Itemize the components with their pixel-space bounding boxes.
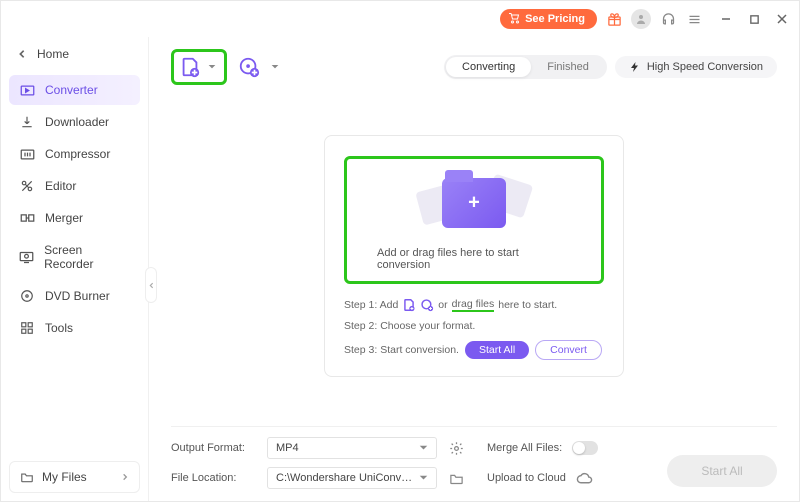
folder-illustration: + [419,173,529,233]
file-location-select[interactable]: C:\Wondershare UniConverter 1 [267,467,437,489]
step-2: Step 2: Choose your format. [344,320,604,332]
download-icon [19,115,35,129]
collapse-sidebar-button[interactable] [145,267,157,303]
output-format-value: MP4 [276,442,299,454]
minimize-button[interactable] [719,12,733,26]
chevron-down-icon[interactable] [208,63,216,71]
my-files-button[interactable]: My Files [9,461,140,493]
high-speed-button[interactable]: High Speed Conversion [615,56,777,78]
add-file-icon [179,56,201,78]
output-format-select[interactable]: MP4 [267,437,437,459]
add-file-icon [402,298,416,312]
drop-card: + Add or drag files here to start conver… [324,135,624,377]
tab-finished[interactable]: Finished [531,57,605,77]
tab-converting[interactable]: Converting [446,57,531,77]
sidebar-label: DVD Burner [45,289,110,303]
convert-pill[interactable]: Convert [535,340,602,360]
folder-icon [20,471,34,483]
open-folder-icon[interactable] [447,469,465,487]
bolt-icon [629,61,641,73]
sidebar-label: Downloader [45,115,109,129]
add-disc-icon [238,56,260,78]
file-location-value: C:\Wondershare UniConverter 1 [276,472,416,484]
chevron-left-icon [17,49,27,59]
sidebar-label: Tools [45,321,73,335]
converter-icon [19,83,35,97]
sidebar-item-screen-recorder[interactable]: Screen Recorder [9,235,140,279]
gift-icon[interactable] [605,10,623,28]
chevron-down-icon [419,475,428,481]
sidebar-label: Merger [45,211,83,225]
merge-toggle[interactable] [572,441,598,455]
start-all-button[interactable]: Start All [667,455,777,487]
close-button[interactable] [775,12,789,26]
settings-icon[interactable] [447,439,465,457]
sidebar-item-compressor[interactable]: Compressor [9,139,140,169]
add-dvd-button[interactable] [235,54,263,80]
see-pricing-button[interactable]: See Pricing [500,9,597,29]
sidebar-item-dvd-burner[interactable]: DVD Burner [9,281,140,311]
cart-icon [508,13,520,25]
back-home[interactable]: Home [9,41,140,67]
compress-icon [19,147,35,161]
step-1: Step 1: Add or drag files here to start. [344,298,604,312]
back-label: Home [37,47,69,61]
start-all-pill[interactable]: Start All [465,341,529,359]
output-format-label: Output Format: [171,442,257,454]
add-file-highlight [171,49,227,85]
step-3: Step 3: Start conversion. Start All Conv… [344,340,604,360]
pricing-label: See Pricing [525,13,585,25]
chevron-left-icon [148,281,155,290]
recorder-icon [19,250,34,264]
drop-area[interactable]: + Add or drag files here to start conver… [344,156,604,284]
add-file-button[interactable] [176,54,204,80]
sidebar: Home Converter Downloader Compressor Edi… [1,37,149,501]
sidebar-item-downloader[interactable]: Downloader [9,107,140,137]
maximize-button[interactable] [747,12,761,26]
headset-icon[interactable] [659,10,677,28]
sidebar-item-merger[interactable]: Merger [9,203,140,233]
merge-label: Merge All Files: [487,442,562,454]
add-disc-icon [420,298,434,312]
avatar[interactable] [631,9,651,29]
main-panel: Converting Finished High Speed Conversio… [149,37,799,501]
drag-files-hint: drag files [452,298,495,312]
sidebar-label: Converter [45,83,98,97]
upload-label: Upload to Cloud [487,472,566,484]
cloud-icon[interactable] [576,469,594,487]
file-location-label: File Location: [171,472,257,484]
chevron-down-icon[interactable] [271,63,279,71]
sidebar-item-converter[interactable]: Converter [9,75,140,105]
hsc-label: High Speed Conversion [647,61,763,73]
sidebar-label: Screen Recorder [44,243,130,271]
sidebar-label: Compressor [45,147,110,161]
sidebar-label: Editor [45,179,76,193]
merger-icon [19,211,35,225]
tools-icon [19,321,35,335]
editor-icon [19,179,35,193]
menu-icon[interactable] [685,10,703,28]
sidebar-item-editor[interactable]: Editor [9,171,140,201]
window-controls [719,12,789,26]
plus-icon: + [468,191,480,214]
sidebar-item-tools[interactable]: Tools [9,313,140,343]
titlebar: See Pricing [1,1,799,37]
chevron-down-icon [419,445,428,451]
my-files-label: My Files [42,470,87,484]
status-tabs: Converting Finished [444,55,607,79]
chevron-right-icon [121,473,129,481]
drop-text: Add or drag files here to start conversi… [377,247,571,271]
dvd-icon [19,289,35,303]
steps: Step 1: Add or drag files here to start.… [344,298,604,360]
